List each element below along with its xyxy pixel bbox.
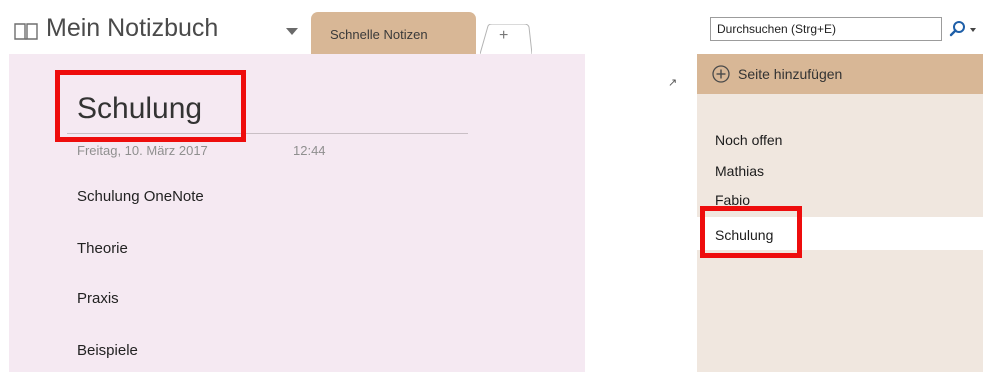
page-date: Freitag, 10. März 2017 [77,143,208,158]
search-icon[interactable] [948,19,968,39]
tab-label: Schnelle Notizen [330,27,428,42]
expand-arrow-icon[interactable]: ↗ [668,76,677,89]
page-list-item[interactable]: Noch offen [715,132,782,148]
highlight-box-page-item [700,206,802,258]
highlight-box-title [55,70,246,142]
note-line[interactable]: Theorie [77,240,128,257]
chevron-down-icon[interactable] [970,28,976,32]
page-time: 12:44 [293,143,326,158]
notebook-title[interactable]: Mein Notizbuch [46,14,218,43]
plus-circle-icon[interactable] [711,64,731,84]
add-page-label[interactable]: Seite hinzufügen [738,66,842,82]
add-tab-label[interactable]: + [499,27,508,45]
notebook-icon[interactable] [14,22,38,40]
note-line[interactable]: Praxis [77,290,119,307]
search-placeholder: Durchsuchen (Strg+E) [717,22,837,36]
chevron-down-icon[interactable] [286,28,298,35]
page-list-item[interactable]: Mathias [715,163,764,179]
note-line[interactable]: Beispiele [77,342,138,359]
note-line[interactable]: Schulung OneNote [77,188,204,205]
